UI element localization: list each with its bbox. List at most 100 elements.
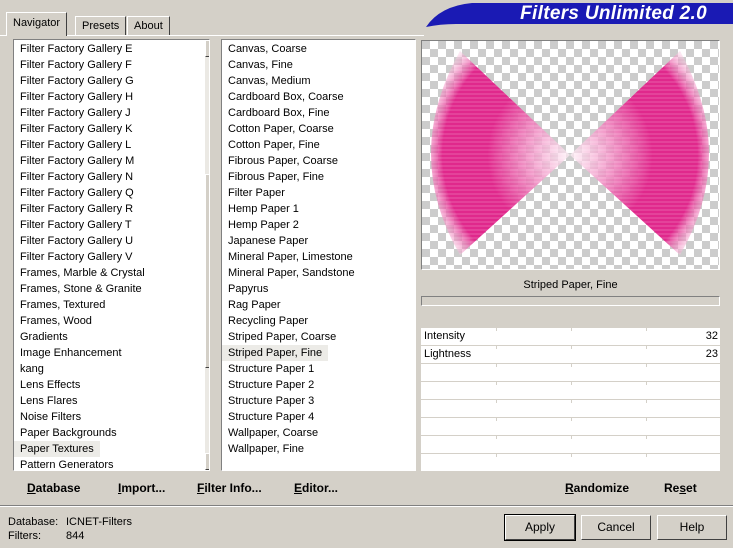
filter-list-item[interactable]: Wallpaper, Fine xyxy=(222,441,415,457)
category-list-item[interactable]: Filter Factory Gallery J xyxy=(14,105,209,121)
parameter-panel: Intensity 32 Lightness 23 xyxy=(421,328,720,472)
filter-list-item[interactable]: Mineral Paper, Sandstone xyxy=(222,265,415,281)
parameter-tick xyxy=(646,382,647,385)
filter-list-item[interactable]: Hemp Paper 2 xyxy=(222,217,415,233)
parameter-tick xyxy=(646,454,647,457)
parameter-row xyxy=(421,418,720,436)
filter-list-item[interactable]: Rag Paper xyxy=(222,297,415,313)
filter-list-item[interactable]: Mineral Paper, Limestone xyxy=(222,249,415,265)
preview-caption: Striped Paper, Fine xyxy=(523,279,618,291)
filter-list-item[interactable]: Fibrous Paper, Fine xyxy=(222,169,415,185)
filter-list-item[interactable]: Canvas, Medium xyxy=(222,73,415,89)
filter-list-item[interactable]: Cardboard Box, Fine xyxy=(222,105,415,121)
filter-list-item[interactable]: Structure Paper 2 xyxy=(222,377,415,393)
category-list-item[interactable]: Pattern Generators xyxy=(14,457,209,470)
separator xyxy=(0,505,733,507)
category-list-item[interactable]: Filter Factory Gallery Q xyxy=(14,185,209,201)
filter-list-item[interactable]: Cotton Paper, Fine xyxy=(222,137,415,153)
filter-info-button[interactable]: Filter Info... xyxy=(197,481,262,495)
category-list-item[interactable]: Frames, Marble & Crystal xyxy=(14,265,209,281)
category-list-item[interactable]: kang xyxy=(14,361,209,377)
scroll-thumb[interactable] xyxy=(205,174,209,368)
filter-list-item[interactable]: Canvas, Fine xyxy=(222,57,415,73)
filter-list[interactable]: Canvas, Coarse Canvas, Fine Canvas, Medium… xyxy=(221,39,416,471)
parameter-tick xyxy=(496,454,497,457)
category-list-item[interactable]: Filter Factory Gallery E xyxy=(14,41,209,57)
category-list-item[interactable]: Filter Factory Gallery N xyxy=(14,169,209,185)
cancel-button[interactable]: Cancel xyxy=(581,515,651,540)
category-list-item[interactable]: Filter Factory Gallery F xyxy=(14,57,209,73)
category-scrollbar[interactable]: ▲ ▼ xyxy=(205,40,209,470)
category-list-item[interactable]: Filter Factory Gallery K xyxy=(14,121,209,137)
filter-list-item[interactable]: Canvas, Coarse xyxy=(222,41,415,57)
apply-button[interactable]: Apply xyxy=(504,514,576,541)
filter-list-item[interactable]: Papyrus xyxy=(222,281,415,297)
parameter-tick xyxy=(646,418,647,421)
tab-navigator[interactable]: Navigator xyxy=(6,12,68,36)
category-list[interactable]: Filter Factory Gallery E Filter Factory G… xyxy=(13,39,210,471)
filter-list-item[interactable]: Fibrous Paper, Coarse xyxy=(222,153,415,169)
tab-presets[interactable]: Presets xyxy=(75,16,127,36)
parameter-row xyxy=(421,364,720,382)
randomize-button[interactable]: Randomize xyxy=(565,481,629,495)
category-list-item[interactable]: Frames, Wood xyxy=(14,313,209,329)
scroll-up-button[interactable]: ▲ xyxy=(205,40,209,57)
parameter-value: 32 xyxy=(705,330,718,342)
tab-about[interactable]: About xyxy=(127,16,170,36)
filter-list-item[interactable]: Structure Paper 1 xyxy=(222,361,415,377)
category-list-item[interactable]: Lens Flares xyxy=(14,393,209,409)
parameter-row xyxy=(421,400,720,418)
category-list-item[interactable]: Lens Effects xyxy=(14,377,209,393)
scroll-down-button[interactable]: ▼ xyxy=(205,453,209,470)
filter-list-item[interactable]: Striped Paper, Coarse xyxy=(222,329,415,345)
category-list-item[interactable]: Filter Factory Gallery T xyxy=(14,217,209,233)
filter-list-item[interactable]: Japanese Paper xyxy=(222,233,415,249)
category-list-item[interactable]: Image Enhancement xyxy=(14,345,209,361)
parameter-tick xyxy=(571,328,572,331)
reset-button[interactable]: Reset xyxy=(664,481,697,495)
filter-list-item[interactable]: Hemp Paper 1 xyxy=(222,201,415,217)
category-list-item[interactable]: Gradients xyxy=(14,329,209,345)
category-list-item[interactable]: Paper Textures xyxy=(14,441,100,457)
filter-list-item[interactable]: Filter Paper xyxy=(222,185,415,201)
category-list-item[interactable]: Paper Backgrounds xyxy=(14,425,209,441)
filter-list-item[interactable]: Structure Paper 4 xyxy=(222,409,415,425)
category-list-item[interactable]: Filter Factory Gallery H xyxy=(14,89,209,105)
filter-list-item[interactable]: Wallpaper, Coarse xyxy=(222,425,415,441)
category-list-item[interactable]: Filter Factory Gallery G xyxy=(14,73,209,89)
parameter-tick xyxy=(646,346,647,349)
help-button[interactable]: Help xyxy=(657,515,727,540)
parameter-tick xyxy=(496,346,497,349)
parameter-row xyxy=(421,382,720,400)
filter-list-item[interactable]: Structure Paper 3 xyxy=(222,393,415,409)
parameter-tick xyxy=(571,436,572,439)
editor-button[interactable]: Editor... xyxy=(294,481,338,495)
category-list-item[interactable]: Filter Factory Gallery V xyxy=(14,249,209,265)
database-button[interactable]: Database xyxy=(27,481,80,495)
category-list-item[interactable]: Filter Factory Gallery U xyxy=(14,233,209,249)
parameter-tick xyxy=(496,328,497,331)
parameter-tick xyxy=(571,418,572,421)
category-list-item[interactable]: Noise Filters xyxy=(14,409,209,425)
parameter-tick xyxy=(496,400,497,403)
parameter-value: 23 xyxy=(705,348,718,360)
category-list-item[interactable]: Frames, Textured xyxy=(14,297,209,313)
parameter-tick xyxy=(496,436,497,439)
filter-list-item[interactable]: Striped Paper, Fine xyxy=(222,345,329,361)
parameter-tick xyxy=(496,382,497,385)
parameter-label: Lightness xyxy=(424,348,472,360)
parameter-row[interactable]: Lightness 23 xyxy=(421,346,720,364)
category-list-item[interactable]: Filter Factory Gallery L xyxy=(14,137,209,153)
category-list-item[interactable]: Filter Factory Gallery M xyxy=(14,153,209,169)
parameter-tick xyxy=(646,436,647,439)
parameter-row xyxy=(421,454,720,472)
filter-list-item[interactable]: Cotton Paper, Coarse xyxy=(222,121,415,137)
parameter-tick xyxy=(496,364,497,367)
category-list-item[interactable]: Filter Factory Gallery R xyxy=(14,201,209,217)
parameter-row[interactable]: Intensity 32 xyxy=(421,328,720,346)
import-button[interactable]: Import... xyxy=(118,481,165,495)
parameter-tick xyxy=(646,328,647,331)
filter-list-item[interactable]: Cardboard Box, Coarse xyxy=(222,89,415,105)
filter-list-item[interactable]: Recycling Paper xyxy=(222,313,415,329)
category-list-item[interactable]: Frames, Stone & Granite xyxy=(14,281,209,297)
